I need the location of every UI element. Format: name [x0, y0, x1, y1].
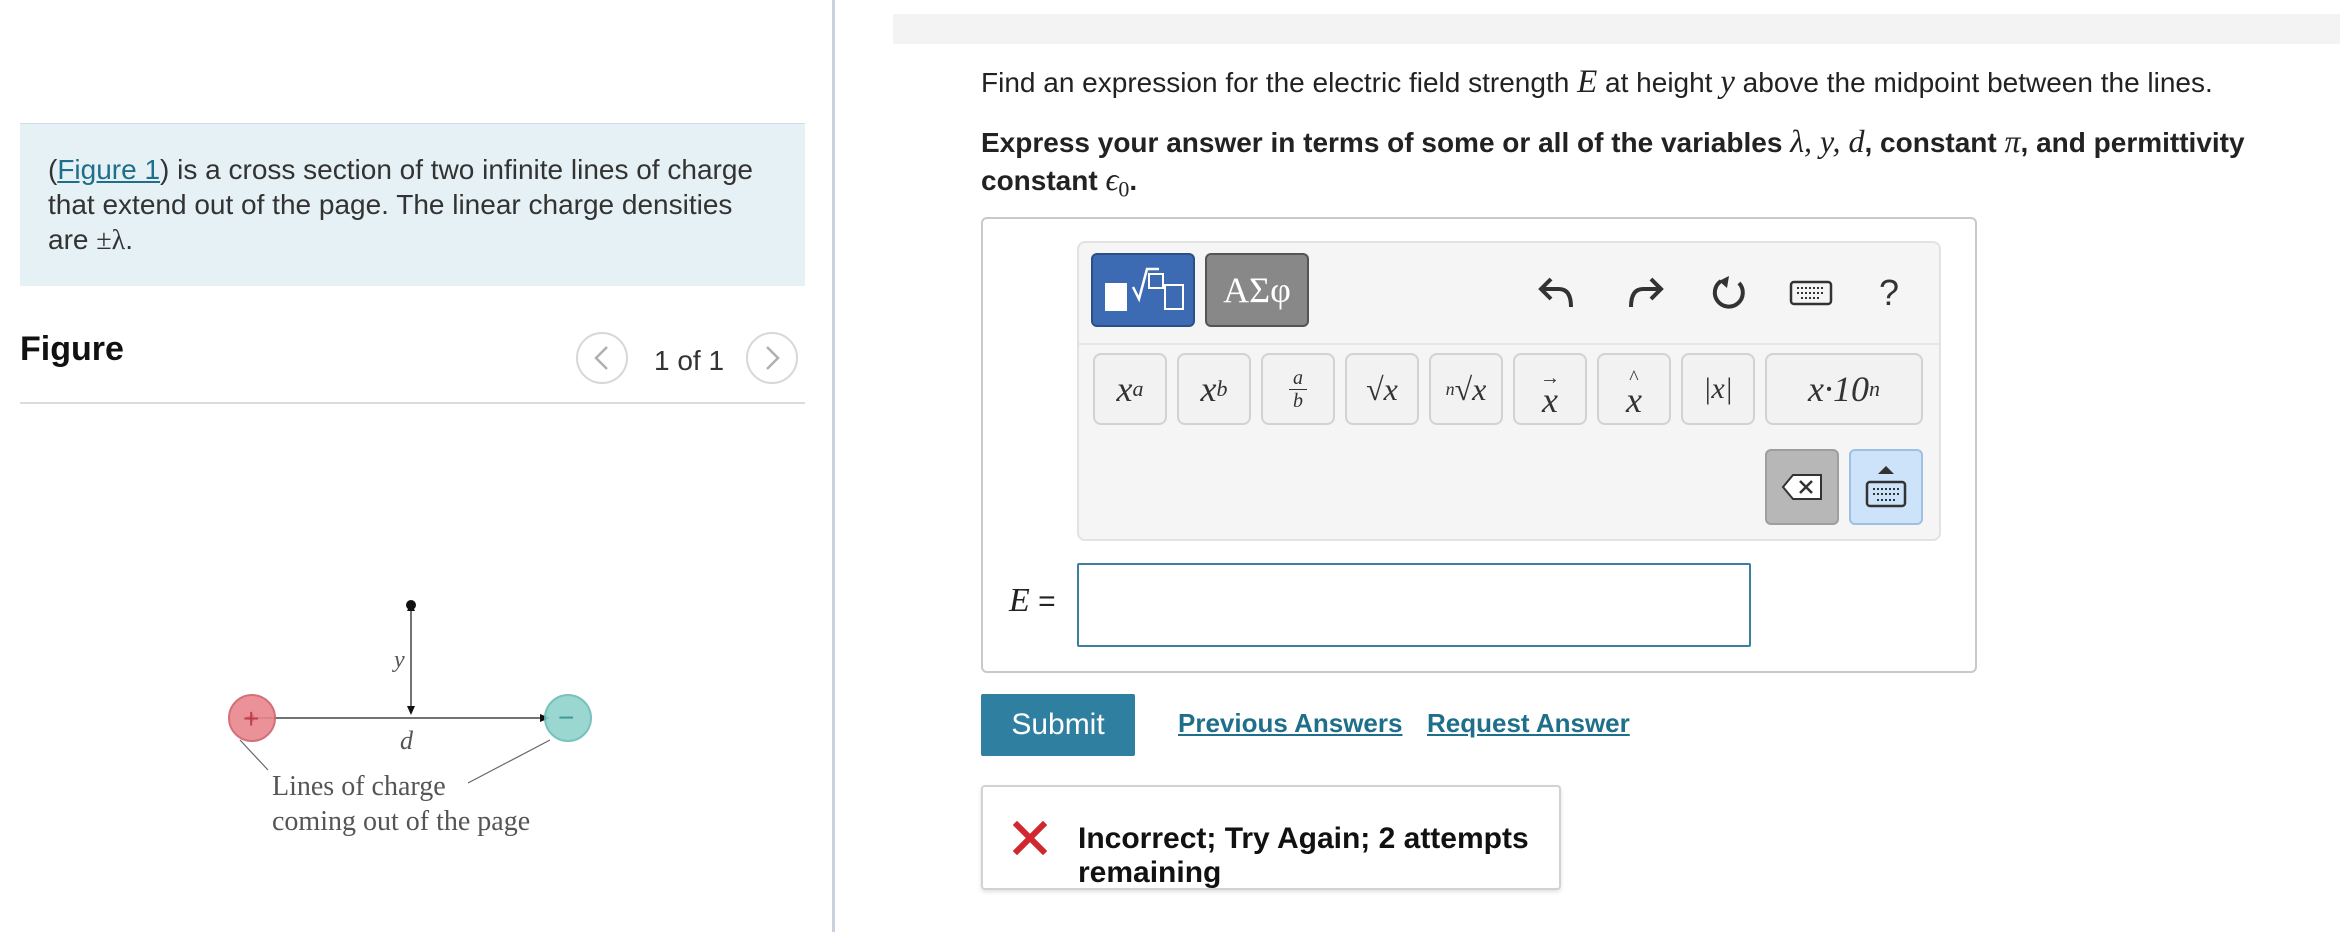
feedback-box: Incorrect; Try Again; 2 attempts remaini… [981, 785, 1561, 890]
figure-diagram: y d + − Lines of charge coming out of th… [228, 600, 592, 837]
negative-line-charge: − [544, 694, 592, 742]
positive-line-charge: + [228, 694, 276, 742]
greek-symbols-tab[interactable]: ΑΣφ [1205, 253, 1309, 327]
intro-line-3: are ±λ. [48, 222, 775, 258]
power-key-exponent: a [1132, 376, 1144, 401]
prev-figure-button[interactable] [576, 332, 628, 384]
redo-button[interactable] [1623, 271, 1667, 315]
fraction-denominator: b [1293, 389, 1303, 412]
question-part-3: above the midpoint between the lines. [1734, 67, 2213, 98]
intro-line-1: (Figure 1) is a cross section of two inf… [48, 152, 775, 187]
undo-button[interactable] [1535, 271, 1579, 315]
height-label-y: y [392, 647, 405, 673]
help-button[interactable]: ? [1867, 271, 1911, 315]
sci-notation-exponent: n [1868, 376, 1880, 401]
power-key[interactable]: xa [1093, 353, 1167, 425]
distance-arrow [244, 714, 550, 722]
positive-charge-sign: + [243, 703, 259, 734]
charge-density-symbol: ±λ [96, 225, 126, 256]
sci-notation-base: x·10 [1808, 369, 1869, 409]
nth-root-index: n [1445, 378, 1455, 399]
subscript-key-base: x [1200, 369, 1217, 409]
epsilon-symbol: ϵ [1105, 161, 1119, 197]
templates-tab[interactable] [1091, 253, 1195, 327]
answer-label-var: E [1009, 582, 1030, 619]
templates-icon [1105, 267, 1184, 311]
answer-label-equals: = [1029, 585, 1056, 618]
top-bar [893, 14, 2340, 44]
math-toolbar: ΑΣφ ? xa xb ab √x n √x → x ^ x |x| x·10 … [1077, 241, 1941, 541]
previous-answers-link[interactable]: Previous Answers [1178, 708, 1402, 739]
page-indicator: 1 of 1 [654, 345, 725, 376]
absolute-value-key[interactable]: |x| [1681, 353, 1755, 425]
intro-period: . [125, 224, 133, 255]
subscript-key-index: b [1216, 376, 1228, 401]
question-text: Find an expression for the electric fiel… [981, 64, 2213, 101]
answer-input[interactable] [1077, 563, 1751, 647]
pi-symbol: π [2004, 123, 2021, 159]
nth-root-symbol: √x [1454, 370, 1487, 407]
next-figure-button[interactable] [746, 332, 798, 384]
keyboard-toggle-button[interactable] [1849, 449, 1923, 525]
instructions-period: . [1129, 165, 1138, 196]
instructions-part-2: , constant [1864, 127, 2005, 158]
instructions-text: Express your answer in terms of some or … [981, 123, 2301, 208]
sqrt-key[interactable]: √x [1345, 353, 1419, 425]
subscript-key[interactable]: xb [1177, 353, 1251, 425]
caption-line-1: Lines of charge [272, 771, 446, 802]
intro-paren: ( [48, 154, 58, 185]
chevron-left-icon [594, 346, 608, 370]
caption-line-2: coming out of the page [272, 806, 530, 837]
right-pane: Find an expression for the electric fiel… [835, 0, 2340, 932]
toolbar-top-row: ΑΣφ ? [1079, 243, 1939, 345]
chevron-right-icon [766, 346, 780, 370]
backspace-key[interactable] [1765, 449, 1839, 525]
instructions-part-1: Express your answer in terms of some or … [981, 127, 1791, 158]
keyboard-shortcuts-button[interactable] [1789, 271, 1833, 315]
power-key-base: x [1116, 369, 1133, 409]
request-answer-link[interactable]: Request Answer [1427, 708, 1630, 739]
intro-text-1: ) is a cross section of two infinite lin… [160, 154, 753, 185]
question-part-2: at height [1597, 67, 1721, 98]
scientific-notation-key[interactable]: x·10 n [1765, 353, 1923, 425]
figure-header: Figure 1 of 1 [20, 318, 805, 404]
intro-box: (Figure 1) is a cross section of two inf… [20, 123, 805, 286]
epsilon-subscript: 0 [1118, 176, 1130, 202]
nth-root-key[interactable]: n √x [1429, 353, 1503, 425]
x-mark-icon [1013, 821, 1047, 855]
feedback-text: Incorrect; Try Again; 2 attempts remaini… [1078, 822, 1529, 889]
answer-label: E = [1009, 581, 1056, 620]
question-part-1: Find an expression for the electric fiel… [981, 67, 1578, 98]
unit-vector-key-base: x [1626, 380, 1642, 420]
variables-list: λ, y, d [1790, 123, 1865, 159]
vector-key-base: x [1542, 380, 1558, 420]
redo-icon [1629, 277, 1664, 308]
negative-charge-sign: − [558, 702, 574, 733]
vector-key[interactable]: → x [1513, 353, 1587, 425]
height-arrow [406, 600, 416, 715]
var-E: E [1577, 64, 1598, 100]
reset-button[interactable] [1707, 271, 1751, 315]
figure-title: Figure [20, 330, 124, 368]
caption-leader-left [239, 739, 269, 771]
fraction-key[interactable]: ab [1261, 353, 1335, 425]
fraction-numerator: a [1289, 367, 1307, 390]
submit-button[interactable]: Submit [981, 694, 1135, 756]
keyboard-up-icon [1865, 466, 1907, 508]
keyboard-icon [1789, 280, 1833, 306]
answer-panel: ΑΣφ ? xa xb ab √x n √x → x ^ x |x| x·10 … [981, 217, 1977, 673]
var-y: y [1720, 64, 1735, 100]
left-pane: (Figure 1) is a cross section of two inf… [0, 0, 832, 932]
caption-leader-right [467, 739, 551, 784]
backspace-icon [1781, 474, 1822, 500]
figure-1-link[interactable]: Figure 1 [57, 154, 160, 185]
intro-text-3: are [48, 224, 97, 255]
distance-label-d: d [400, 726, 414, 755]
intro-line-2: that extend out of the page. The linear … [48, 189, 733, 220]
undo-icon [1538, 277, 1573, 308]
reset-icon [1712, 276, 1745, 309]
unit-vector-key[interactable]: ^ x [1597, 353, 1671, 425]
